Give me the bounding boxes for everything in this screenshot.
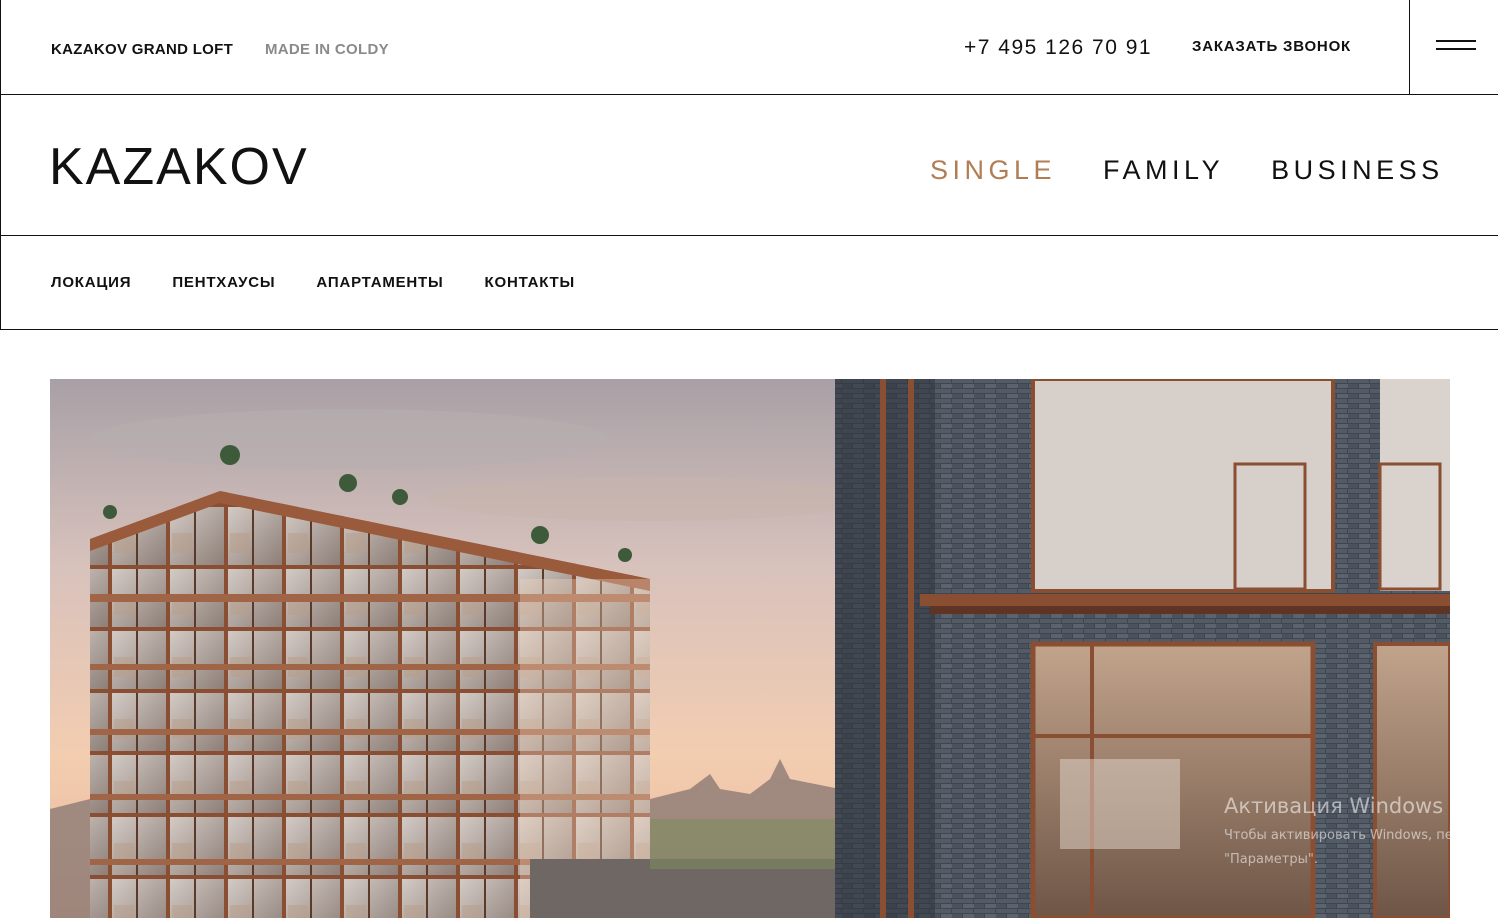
- segment-family[interactable]: FAMILY: [1103, 155, 1224, 186]
- nav-apartments[interactable]: АПАРТАМЕНТЫ: [316, 274, 443, 291]
- main-nav: ЛОКАЦИЯ ПЕНТХАУСЫ АПАРТАМЕНТЫ КОНТАКТЫ: [0, 236, 1498, 330]
- logo-row: KAZAKOV SINGLE FAMILY BUSINESS: [0, 95, 1498, 236]
- windows-activation-watermark: Активация Windows Чтобы активировать Win…: [1224, 794, 1453, 872]
- nav-penthouses[interactable]: ПЕНТХАУСЫ: [172, 274, 275, 291]
- segment-business[interactable]: BUSINESS: [1271, 155, 1444, 186]
- nav-contacts[interactable]: КОНТАКТЫ: [485, 274, 575, 291]
- callback-button[interactable]: ЗАКАЗАТЬ ЗВОНОК: [1192, 38, 1351, 55]
- watermark-title: Активация Windows: [1224, 794, 1444, 818]
- menu-button[interactable]: [1409, 0, 1498, 94]
- nav-location[interactable]: ЛОКАЦИЯ: [51, 274, 131, 291]
- phone-link[interactable]: +7 495 126 70 91: [964, 36, 1152, 60]
- top-bar: KAZAKOV GRAND LOFT MADE IN COLDY +7 495 …: [0, 0, 1498, 95]
- brand-link[interactable]: KAZAKOV GRAND LOFT: [51, 41, 233, 58]
- maker-link[interactable]: MADE IN COLDY: [265, 41, 389, 58]
- watermark-line-2: "Параметры".: [1224, 852, 1318, 867]
- watermark-line-1: Чтобы активировать Windows, пе: [1224, 828, 1453, 843]
- segment-single[interactable]: SINGLE: [930, 155, 1056, 186]
- segment-switcher: SINGLE FAMILY BUSINESS: [930, 155, 1444, 186]
- site-logo[interactable]: KAZAKOV: [49, 137, 309, 197]
- hamburger-menu-icon[interactable]: [1436, 40, 1476, 54]
